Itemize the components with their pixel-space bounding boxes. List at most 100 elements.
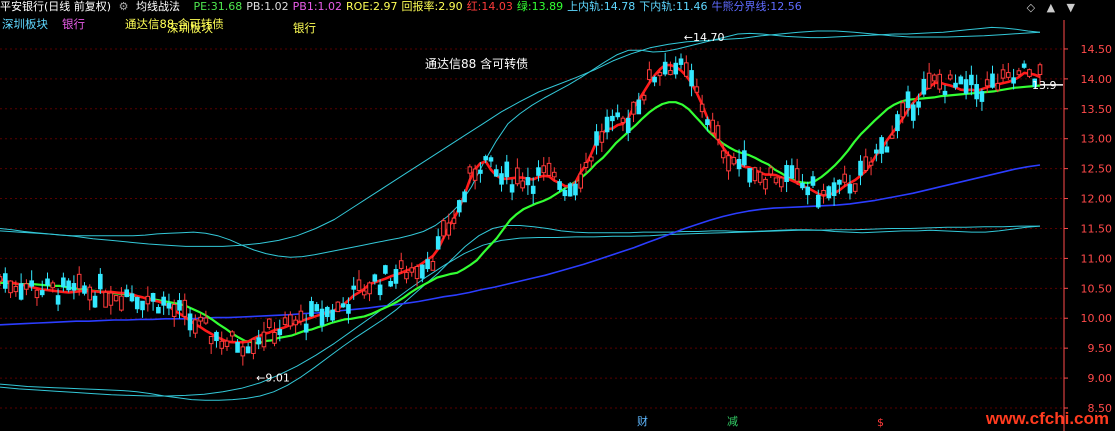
candle-body — [435, 236, 441, 250]
candle-body — [383, 265, 388, 274]
price-annotation-0: ←9.01 — [256, 371, 290, 384]
lower-band-line — [0, 225, 1041, 401]
candle-body — [351, 285, 357, 290]
candle-body — [863, 156, 869, 172]
candle-body — [409, 267, 415, 273]
candle-body — [963, 79, 969, 94]
candle-body — [673, 62, 679, 75]
y-tick-label-11: 14.00 — [1081, 73, 1113, 86]
candle-body — [858, 160, 863, 176]
finance-flag[interactable]: 财 — [637, 413, 648, 429]
candle-body — [256, 337, 261, 345]
candle-body — [515, 167, 520, 185]
metric-7: 上内轨:14.78 — [567, 0, 636, 13]
candle-body — [309, 301, 314, 317]
candle-body — [905, 91, 911, 108]
scroll-up-icon[interactable]: ▲ — [1047, 1, 1055, 14]
candle-body — [203, 317, 209, 324]
candle-body — [509, 184, 515, 193]
candle-body — [995, 82, 1001, 91]
candle-body — [552, 171, 557, 178]
candle-body — [837, 179, 842, 185]
concept-overlay-label: 深圳板块 — [167, 21, 213, 35]
candle-body — [71, 283, 77, 291]
candle-body — [219, 340, 225, 349]
candle-body — [177, 300, 182, 311]
y-tick-label-8: 12.50 — [1081, 163, 1113, 176]
reduce-flag[interactable]: 减 — [727, 413, 738, 429]
candle-body — [103, 291, 108, 308]
candle-body — [187, 313, 193, 331]
candle-body — [224, 340, 230, 347]
candle-body — [293, 319, 298, 326]
candle-body — [499, 173, 504, 185]
candle-body — [636, 99, 642, 115]
candle-body — [842, 173, 847, 183]
center-concept-label: 通达信88 含可转债 — [425, 57, 529, 71]
candle-body — [826, 186, 832, 199]
candle-body — [261, 331, 267, 348]
candle-body — [504, 161, 510, 178]
scroll-down-icon[interactable]: ▼ — [1067, 1, 1075, 14]
candle-body — [98, 273, 103, 290]
candle-body — [557, 181, 562, 190]
candle-body — [156, 306, 161, 314]
candle-body — [805, 186, 811, 196]
candle-body — [45, 278, 50, 286]
candle-body — [266, 318, 272, 328]
green-ma-line — [0, 84, 1041, 345]
candle-body — [984, 79, 990, 87]
candle-body — [277, 329, 283, 336]
candle-body — [398, 260, 404, 269]
candle-body — [990, 73, 995, 88]
y-tick-label-9: 13.00 — [1081, 133, 1113, 146]
red-ma-line — [0, 63, 1041, 344]
candlestick-chart: 8.509.009.5010.0010.5011.0011.5012.0012.… — [0, 20, 1113, 431]
candle-body — [198, 316, 203, 322]
diamond-icon[interactable]: ◇ — [1027, 1, 1035, 14]
candle-body — [488, 157, 494, 162]
candle-body — [2, 273, 8, 289]
candle-body — [631, 101, 636, 115]
candle-body — [647, 69, 652, 81]
candle-body — [393, 269, 399, 284]
candle-body — [282, 317, 288, 325]
candle-body — [414, 265, 420, 280]
sector-label-shenzhen[interactable]: 深圳板块 — [2, 17, 48, 31]
candle-body — [562, 189, 568, 197]
candle-body — [921, 78, 927, 95]
candle-body — [794, 168, 800, 182]
candle-body — [18, 283, 24, 300]
candle-body — [298, 310, 304, 322]
candle-body — [736, 158, 742, 170]
candle-body — [705, 119, 710, 126]
candle-body — [319, 308, 325, 326]
candle-body — [425, 259, 430, 270]
candle-body — [699, 103, 705, 113]
candle-body — [852, 183, 858, 192]
candle-body — [541, 165, 547, 174]
sector-label-bank[interactable]: 银行 — [62, 17, 85, 31]
candle-body — [325, 306, 330, 318]
indicator-toggle-icon[interactable]: ⚙ — [119, 0, 129, 13]
dividend-flag[interactable]: $ — [877, 416, 884, 429]
bank-tag-label[interactable]: 银行 — [293, 21, 316, 35]
candle-body — [932, 74, 937, 82]
candle-body — [39, 290, 45, 296]
metric-0: PE:31.68 — [193, 0, 243, 13]
candle-body — [245, 346, 251, 354]
candle-body — [768, 167, 774, 175]
candle-body — [536, 167, 541, 176]
chart-controls: ◇ ▲ ▼ — [1027, 1, 1075, 14]
candle-body — [161, 296, 166, 306]
candle-body — [134, 297, 140, 310]
candle-body — [847, 183, 853, 194]
indicator-name[interactable]: 均线战法 — [136, 0, 180, 13]
candle-body — [34, 289, 40, 299]
candle-body — [404, 271, 409, 280]
candle-body — [694, 86, 700, 93]
watermark: www.cfchi.com — [985, 409, 1109, 428]
candle-body — [800, 182, 805, 189]
y-tick-label-7: 12.00 — [1081, 193, 1113, 206]
candle-body — [625, 117, 631, 133]
